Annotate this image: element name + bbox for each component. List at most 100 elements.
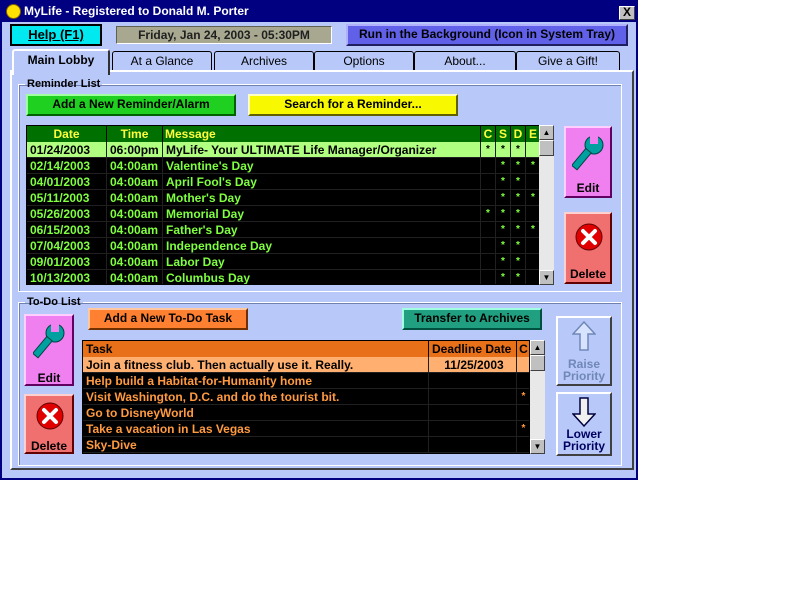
column-header-c[interactable]: C <box>517 341 529 357</box>
todo-delete-button[interactable]: Delete <box>24 394 74 454</box>
reminder-row[interactable]: 10/13/2003 04:00am Columbus Day * * <box>27 270 539 284</box>
reminder-cell-date: 05/11/2003 <box>27 190 107 206</box>
column-header-e[interactable]: E <box>526 126 539 142</box>
close-button[interactable]: X <box>619 6 635 20</box>
todo-row[interactable]: Sky-Dive <box>83 437 529 453</box>
todo-cell-task: Visit Washington, D.C. and do the touris… <box>83 389 429 405</box>
todo-cell-c <box>517 405 529 421</box>
search-reminder-button[interactable]: Search for a Reminder... <box>248 94 458 116</box>
column-header-c[interactable]: C <box>481 126 496 142</box>
reminder-cell-date: 06/15/2003 <box>27 222 107 238</box>
column-header-time[interactable]: Time <box>107 126 163 142</box>
tab-give-a-gift[interactable]: Give a Gift! <box>516 51 620 71</box>
todo-row[interactable]: Visit Washington, D.C. and do the touris… <box>83 389 529 405</box>
reminder-cell-s: * <box>496 238 511 254</box>
todo-table: Task Deadline Date C Join a fitness club… <box>82 340 530 454</box>
todo-row[interactable]: Help build a Habitat-for-Humanity home <box>83 373 529 389</box>
run-in-background-button[interactable]: Run in the Background (Icon in System Tr… <box>346 24 628 46</box>
reminder-row[interactable]: 09/01/2003 04:00am Labor Day * * <box>27 254 539 270</box>
todo-cell-deadline <box>429 421 517 437</box>
scroll-thumb[interactable] <box>530 355 545 371</box>
column-header-d[interactable]: D <box>511 126 526 142</box>
todo-cell-deadline <box>429 405 517 421</box>
todo-cell-task: Help build a Habitat-for-Humanity home <box>83 373 429 389</box>
reminder-edit-button[interactable]: Edit <box>564 126 612 198</box>
lower-priority-button[interactable]: Lower Priority <box>556 392 612 456</box>
help-button[interactable]: Help (F1) <box>10 24 102 46</box>
reminder-cell-time: 04:00am <box>107 158 163 174</box>
reminder-cell-time: 04:00am <box>107 222 163 238</box>
column-header-date[interactable]: Date <box>27 126 107 142</box>
reminder-cell-s: * <box>496 222 511 238</box>
raise-priority-label-2: Priority <box>562 369 605 383</box>
reminder-row[interactable]: 01/24/2003 06:00pm MyLife- Your ULTIMATE L… <box>27 142 539 158</box>
todo-cell-c <box>517 357 529 373</box>
todo-cell-task: Go to DisneyWorld <box>83 405 429 421</box>
reminder-cell-message: Labor Day <box>163 254 481 270</box>
reminder-cell-e <box>526 254 539 270</box>
reminder-row[interactable]: 02/14/2003 04:00am Valentine's Day * * * <box>27 158 539 174</box>
add-reminder-button[interactable]: Add a New Reminder/Alarm <box>26 94 236 116</box>
reminder-row[interactable]: 07/04/2003 04:00am Independence Day * * <box>27 238 539 254</box>
tab-options[interactable]: Options <box>314 51 414 71</box>
column-header-deadline[interactable]: Deadline Date <box>429 341 517 357</box>
raise-priority-button[interactable]: Raise Priority <box>556 316 612 386</box>
todo-row[interactable]: Join a fitness club. Then actually use i… <box>83 357 529 373</box>
todo-edit-label: Edit <box>37 371 61 385</box>
reminder-cell-date: 10/13/2003 <box>27 270 107 284</box>
scroll-down-arrow[interactable]: ▼ <box>539 270 554 285</box>
reminder-cell-c <box>481 270 496 284</box>
current-datetime: Friday, Jan 24, 2003 - 05:30PM <box>116 26 332 44</box>
reminder-cell-e <box>526 206 539 222</box>
reminder-cell-time: 04:00am <box>107 238 163 254</box>
reminder-row[interactable]: 04/01/2003 04:00am April Fool's Day * * <box>27 174 539 190</box>
down-arrow-icon <box>572 397 596 427</box>
reminder-row[interactable]: 06/15/2003 04:00am Father's Day * * * <box>27 222 539 238</box>
lower-priority-label-2: Priority <box>562 439 605 453</box>
reminder-cell-e <box>526 270 539 284</box>
reminder-row[interactable]: 05/11/2003 04:00am Mother's Day * * * <box>27 190 539 206</box>
todo-edit-button[interactable]: Edit <box>24 314 74 386</box>
todo-cell-deadline: 11/25/2003 <box>429 357 517 373</box>
scroll-up-arrow[interactable]: ▲ <box>530 340 545 355</box>
tab-at-a-glance[interactable]: At a Glance <box>112 51 212 71</box>
reminder-cell-s: * <box>496 254 511 270</box>
reminder-delete-button[interactable]: Delete <box>564 212 612 284</box>
reminder-cell-d: * <box>511 270 526 284</box>
column-header-task[interactable]: Task <box>83 341 429 357</box>
todo-cell-c: * <box>517 421 529 437</box>
scroll-up-arrow[interactable]: ▲ <box>539 125 554 140</box>
red-x-icon <box>36 402 64 430</box>
reminder-cell-e: * <box>526 190 539 206</box>
transfer-to-archives-button[interactable]: Transfer to Archives <box>402 308 542 330</box>
reminder-cell-c <box>481 190 496 206</box>
column-header-message[interactable]: Message <box>163 126 481 142</box>
add-todo-button[interactable]: Add a New To-Do Task <box>88 308 248 330</box>
reminder-cell-d: * <box>511 174 526 190</box>
reminder-edit-label: Edit <box>576 181 600 195</box>
tab-archives[interactable]: Archives <box>214 51 314 71</box>
reminder-row[interactable]: 05/26/2003 04:00am Memorial Day * * * <box>27 206 539 222</box>
up-arrow-icon <box>572 321 596 351</box>
todo-table-header: Task Deadline Date C <box>83 341 529 357</box>
column-header-s[interactable]: S <box>496 126 511 142</box>
reminder-cell-s: * <box>496 158 511 174</box>
sun-icon <box>6 4 21 19</box>
reminder-cell-c <box>481 158 496 174</box>
reminder-cell-message: Father's Day <box>163 222 481 238</box>
reminder-scrollbar[interactable]: ▲ ▼ <box>539 125 554 285</box>
reminder-cell-c <box>481 222 496 238</box>
tab-about[interactable]: About... <box>414 51 516 71</box>
scroll-down-arrow[interactable]: ▼ <box>530 439 545 454</box>
reminder-cell-time: 04:00am <box>107 206 163 222</box>
reminder-cell-message: MyLife- Your ULTIMATE Life Manager/Organ… <box>163 142 481 158</box>
todo-row[interactable]: Go to DisneyWorld <box>83 405 529 421</box>
reminder-cell-s: * <box>496 190 511 206</box>
todo-cell-task: Sky-Dive <box>83 437 429 453</box>
todo-row[interactable]: Take a vacation in Las Vegas * <box>83 421 529 437</box>
todo-scrollbar[interactable]: ▲ ▼ <box>530 340 545 454</box>
reminder-cell-e <box>526 142 539 158</box>
reminder-cell-s: * <box>496 206 511 222</box>
scroll-thumb[interactable] <box>539 140 554 156</box>
tab-main-lobby[interactable]: Main Lobby <box>12 49 110 75</box>
